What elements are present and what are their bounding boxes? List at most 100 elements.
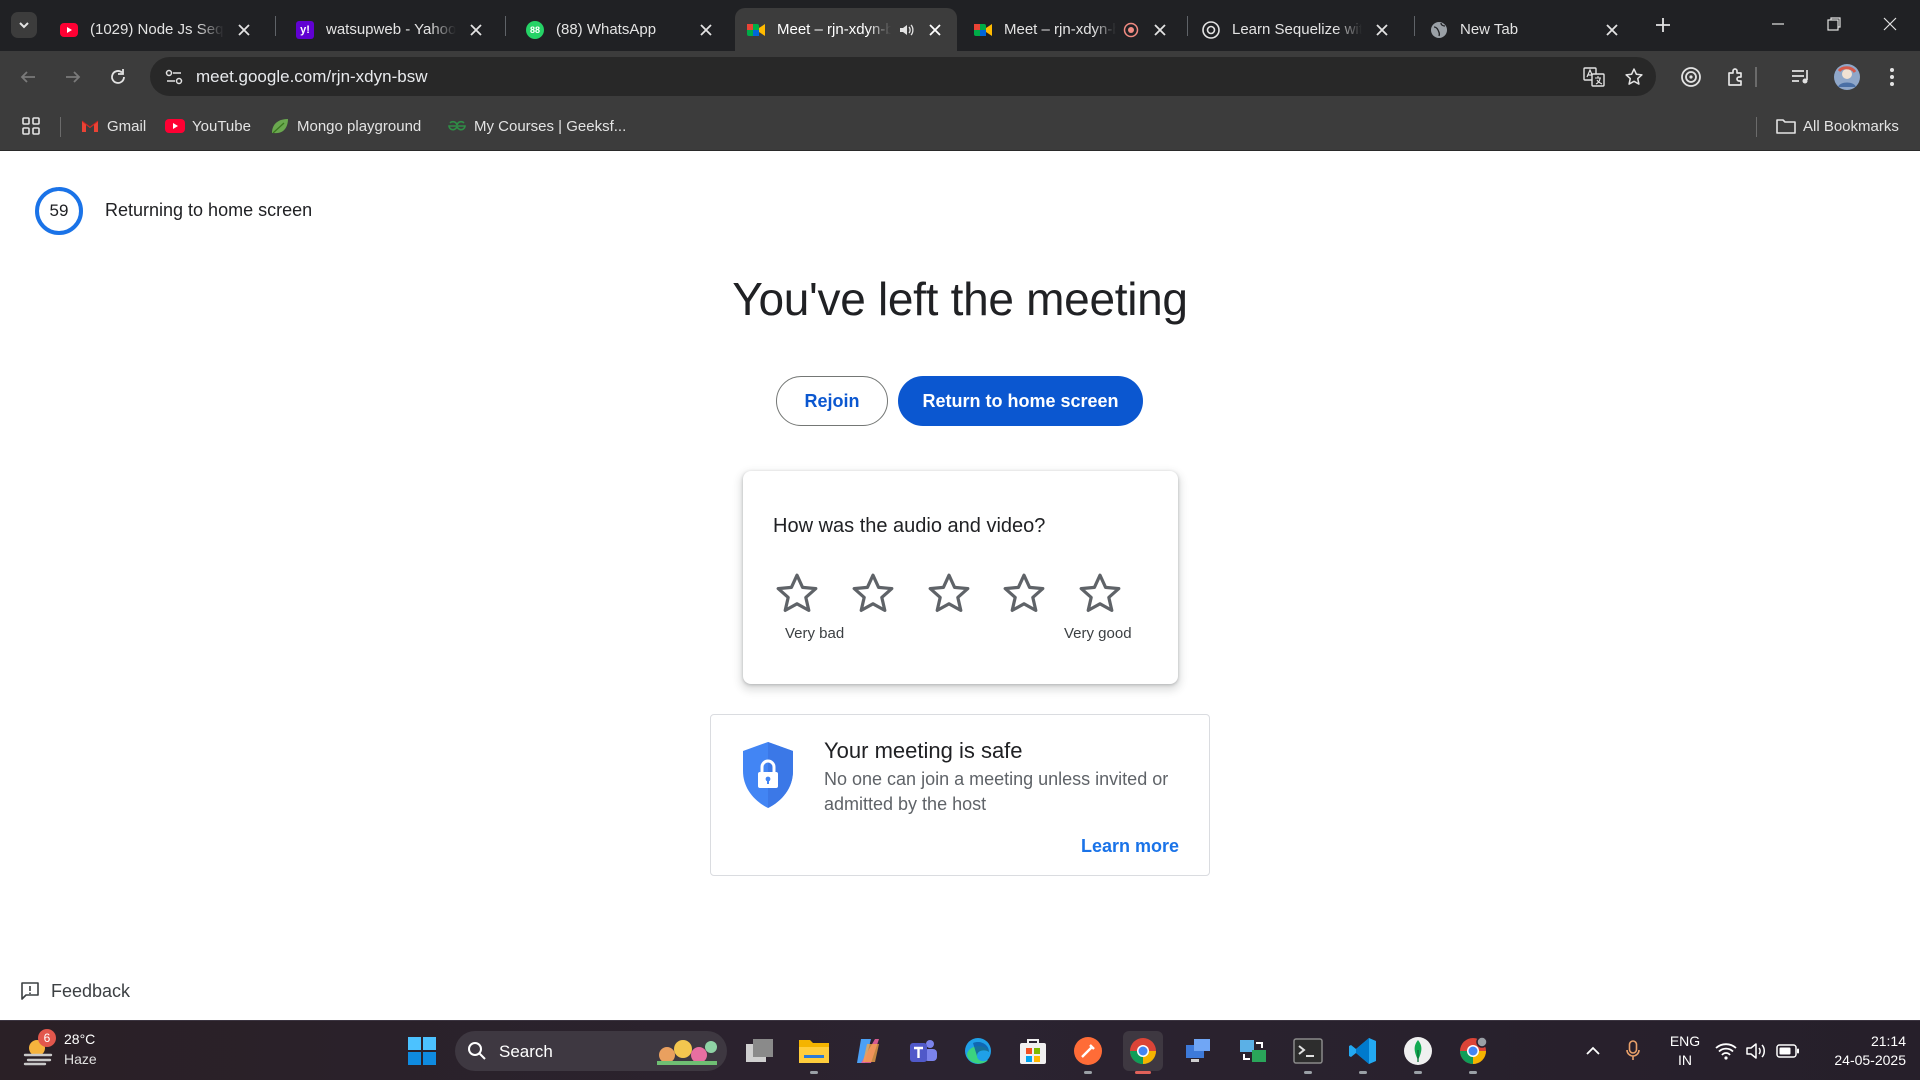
feedback-button[interactable]: Feedback	[20, 979, 130, 1003]
all-bookmarks-button[interactable]: All Bookmarks	[1776, 115, 1899, 137]
star-4-icon[interactable]	[998, 568, 1050, 620]
site-info-icon[interactable]	[162, 65, 186, 89]
postman-button[interactable]	[1068, 1031, 1108, 1074]
chrome-button[interactable]	[1123, 1031, 1163, 1074]
address-bar[interactable]: meet.google.com/rjn-xdyn-bsw	[150, 57, 1656, 96]
volume-icon[interactable]	[1745, 1039, 1769, 1063]
bookmark-separator	[1756, 117, 1757, 137]
google-meet-icon	[974, 21, 992, 39]
tab-meet-active[interactable]: Meet – rjn-xdyn-bsw	[735, 8, 957, 51]
search-highlight-art-icon	[657, 1040, 717, 1065]
mongodb-compass-button[interactable]	[1398, 1031, 1438, 1074]
edge-button[interactable]	[958, 1031, 998, 1071]
star-1-icon[interactable]	[771, 568, 823, 620]
bookmark-mongo-playground[interactable]: Mongo playground	[270, 115, 421, 137]
bookmarks-bar: Gmail YouTube Mongo playground My Course…	[0, 102, 1920, 151]
terminal-icon	[1293, 1038, 1323, 1064]
input-region[interactable]: IN	[1667, 1052, 1703, 1068]
clock-time[interactable]: 21:14	[1810, 1033, 1906, 1049]
clock-date[interactable]: 24-05-2025	[1810, 1052, 1906, 1068]
feedback-label: Feedback	[51, 980, 131, 1001]
bookmark-label: Mongo playground	[297, 117, 422, 135]
remote-desktop-button[interactable]	[1178, 1031, 1218, 1071]
teams-button[interactable]	[903, 1031, 943, 1071]
whatsapp-icon: 88	[526, 20, 544, 39]
close-icon[interactable]	[234, 20, 254, 40]
return-home-button[interactable]: Return to home screen	[898, 376, 1143, 426]
microphone-icon[interactable]	[1621, 1039, 1645, 1063]
leaf-icon	[270, 117, 290, 135]
close-icon[interactable]	[1150, 20, 1170, 40]
file-transfer-button[interactable]	[1233, 1031, 1273, 1071]
apps-button[interactable]	[21, 115, 41, 137]
bookmark-label: Gmail	[107, 117, 147, 135]
close-icon[interactable]	[925, 20, 945, 40]
media-control-icon[interactable]	[1787, 63, 1815, 91]
bookmark-gmail[interactable]: Gmail	[80, 115, 146, 137]
tab-separator	[505, 16, 506, 36]
task-view-button[interactable]	[740, 1031, 780, 1071]
start-button[interactable]	[402, 1031, 442, 1071]
tab-whatsapp[interactable]: 88 (88) WhatsApp	[514, 8, 728, 51]
star-3-icon[interactable]	[923, 568, 975, 620]
url-text[interactable]: meet.google.com/rjn-xdyn-bsw	[196, 67, 427, 87]
windows-taskbar: 6 28°C Haze Search ENG IN 21:14 24-05-20…	[0, 1020, 1920, 1080]
input-language[interactable]: ENG	[1667, 1033, 1703, 1049]
page-title: You've left the meeting	[732, 273, 1188, 325]
profile-avatar[interactable]	[1832, 62, 1862, 92]
vscode-button[interactable]	[1343, 1031, 1383, 1074]
running-indicator	[1469, 1071, 1477, 1074]
file-explorer-button[interactable]	[794, 1031, 834, 1074]
chrome-icon	[1130, 1038, 1156, 1065]
tab-meet[interactable]: Meet – rjn-xdyn-bsw	[962, 8, 1182, 51]
chrome-profile-button[interactable]	[1453, 1031, 1493, 1074]
restore-button[interactable]	[1806, 0, 1862, 48]
terminal-button[interactable]	[1288, 1031, 1328, 1074]
search-icon	[468, 1042, 486, 1060]
chrome-profile-icon	[1460, 1036, 1488, 1064]
extension-target-icon[interactable]	[1677, 63, 1705, 91]
google-meet-icon	[747, 21, 765, 39]
store-button[interactable]	[1013, 1031, 1053, 1071]
tab-title: Meet – rjn-xdyn-bsw	[1004, 21, 1116, 38]
yahoo-icon: y!	[296, 20, 314, 39]
bookmark-geeksforgeeks[interactable]: My Courses | Geeksf...	[447, 115, 626, 137]
tab-new-tab[interactable]: New Tab	[1418, 8, 1634, 51]
bookmark-youtube[interactable]: YouTube	[165, 115, 251, 137]
star-2-icon[interactable]	[847, 568, 899, 620]
close-icon[interactable]	[466, 20, 486, 40]
new-tab-button[interactable]	[1651, 13, 1675, 37]
close-icon[interactable]	[696, 20, 716, 40]
extensions-puzzle-icon[interactable]	[1722, 63, 1750, 91]
tab-separator	[1187, 16, 1188, 36]
bookmark-star-icon[interactable]	[1622, 65, 1646, 89]
postman-icon	[1074, 1037, 1102, 1065]
close-window-button[interactable]	[1862, 0, 1918, 48]
show-hidden-icons-button[interactable]	[1581, 1039, 1605, 1063]
copilot-button[interactable]	[848, 1031, 888, 1071]
minimize-button[interactable]	[1750, 0, 1806, 48]
running-indicator	[810, 1071, 818, 1074]
translate-icon[interactable]	[1582, 65, 1606, 89]
close-icon[interactable]	[1372, 20, 1392, 40]
running-indicator	[1359, 1071, 1367, 1074]
back-button[interactable]	[14, 63, 42, 91]
chrome-menu-button[interactable]	[1878, 63, 1906, 91]
tab-yahoo-mail[interactable]: y! watsupweb - Yahoo Mail	[284, 8, 498, 51]
close-icon[interactable]	[1602, 20, 1622, 40]
tab-youtube[interactable]: (1029) Node Js Sequelize	[48, 8, 266, 51]
tab-chatgpt[interactable]: Learn Sequelize with	[1190, 8, 1404, 51]
task-view-icon	[746, 1039, 773, 1062]
star-5-icon[interactable]	[1074, 568, 1126, 620]
reload-button[interactable]	[104, 63, 132, 91]
taskbar-search[interactable]: Search	[455, 1031, 727, 1071]
forward-button[interactable]	[59, 63, 87, 91]
speaker-icon[interactable]	[897, 21, 915, 39]
tab-search-button[interactable]	[11, 12, 37, 38]
rejoin-button[interactable]: Rejoin	[776, 376, 888, 426]
battery-icon[interactable]	[1776, 1039, 1800, 1063]
wifi-icon[interactable]	[1714, 1039, 1738, 1063]
bookmark-label: All Bookmarks	[1803, 117, 1899, 135]
openai-icon	[1202, 20, 1220, 39]
learn-more-link[interactable]: Learn more	[1081, 836, 1179, 857]
